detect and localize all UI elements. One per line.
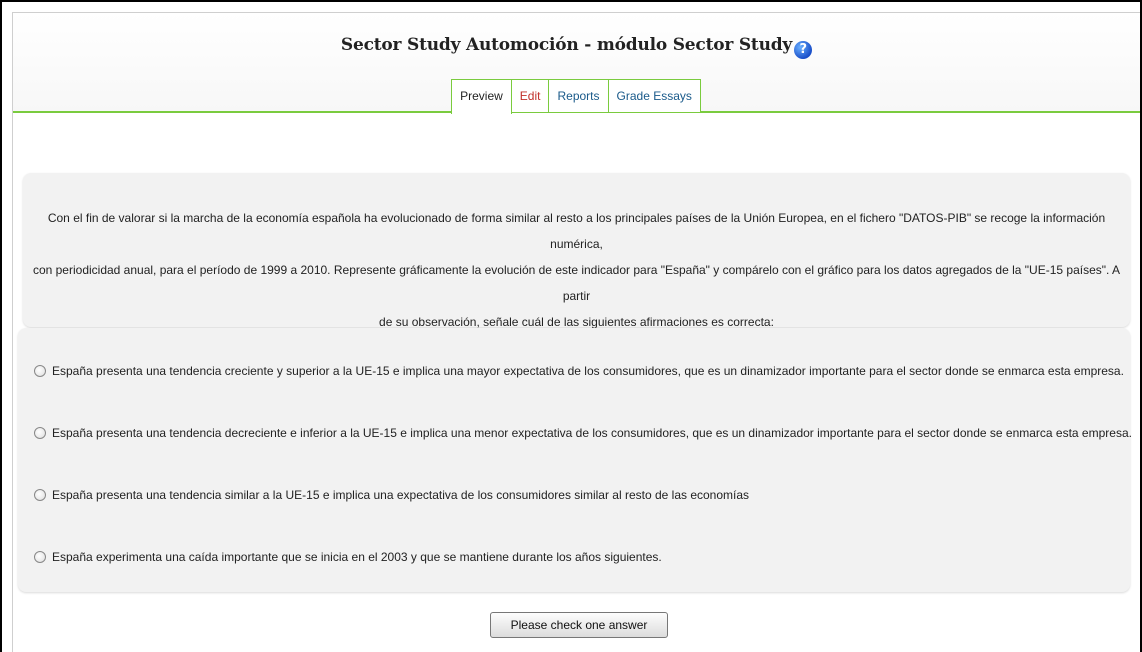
question-text: Con el fin de valorar si la marcha de la…	[23, 173, 1130, 329]
answer-option-2[interactable]: España presenta una tendencia decrecient…	[34, 426, 1132, 440]
radio-button[interactable]	[34, 489, 46, 501]
answer-option-4[interactable]: España experimenta una caída importante …	[34, 550, 662, 564]
answer-label: España presenta una tendencia decrecient…	[52, 426, 1132, 440]
answer-label: España presenta una tendencia similar a …	[52, 488, 750, 502]
answer-label: España presenta una tendencia creciente …	[52, 364, 1124, 378]
page-frame: Sector Study Automoción - módulo Sector …	[0, 0, 1142, 652]
tab-grade-essays[interactable]: Grade Essays	[607, 79, 701, 112]
page-header: Sector Study Automoción - módulo Sector …	[13, 13, 1140, 114]
tab-preview[interactable]: Preview	[451, 79, 512, 114]
answer-option-1[interactable]: España presenta una tendencia creciente …	[34, 364, 1124, 378]
tab-reports[interactable]: Reports	[548, 79, 609, 112]
submit-button[interactable]: Please check one answer	[490, 612, 668, 638]
radio-button[interactable]	[34, 551, 46, 563]
question-line-2: con periodicidad anual, para el período …	[32, 263, 1121, 303]
page-title: Sector Study Automoción - módulo Sector …	[13, 35, 1140, 59]
answer-option-3[interactable]: España presenta una tendencia similar a …	[34, 488, 749, 502]
radio-button[interactable]	[34, 427, 46, 439]
answer-label: España experimenta una caída importante …	[52, 550, 662, 564]
answer-options: España presenta una tendencia creciente …	[18, 328, 1132, 592]
radio-button[interactable]	[34, 365, 46, 377]
help-icon[interactable]: ?	[794, 41, 813, 59]
tab-bar: Preview Edit Reports Grade Essays	[13, 79, 1140, 114]
question-line-1: Con el fin de valorar si la marcha de la…	[47, 211, 1106, 251]
tab-edit[interactable]: Edit	[510, 79, 550, 112]
page-title-text: Sector Study Automoción - módulo Sector …	[340, 35, 793, 55]
